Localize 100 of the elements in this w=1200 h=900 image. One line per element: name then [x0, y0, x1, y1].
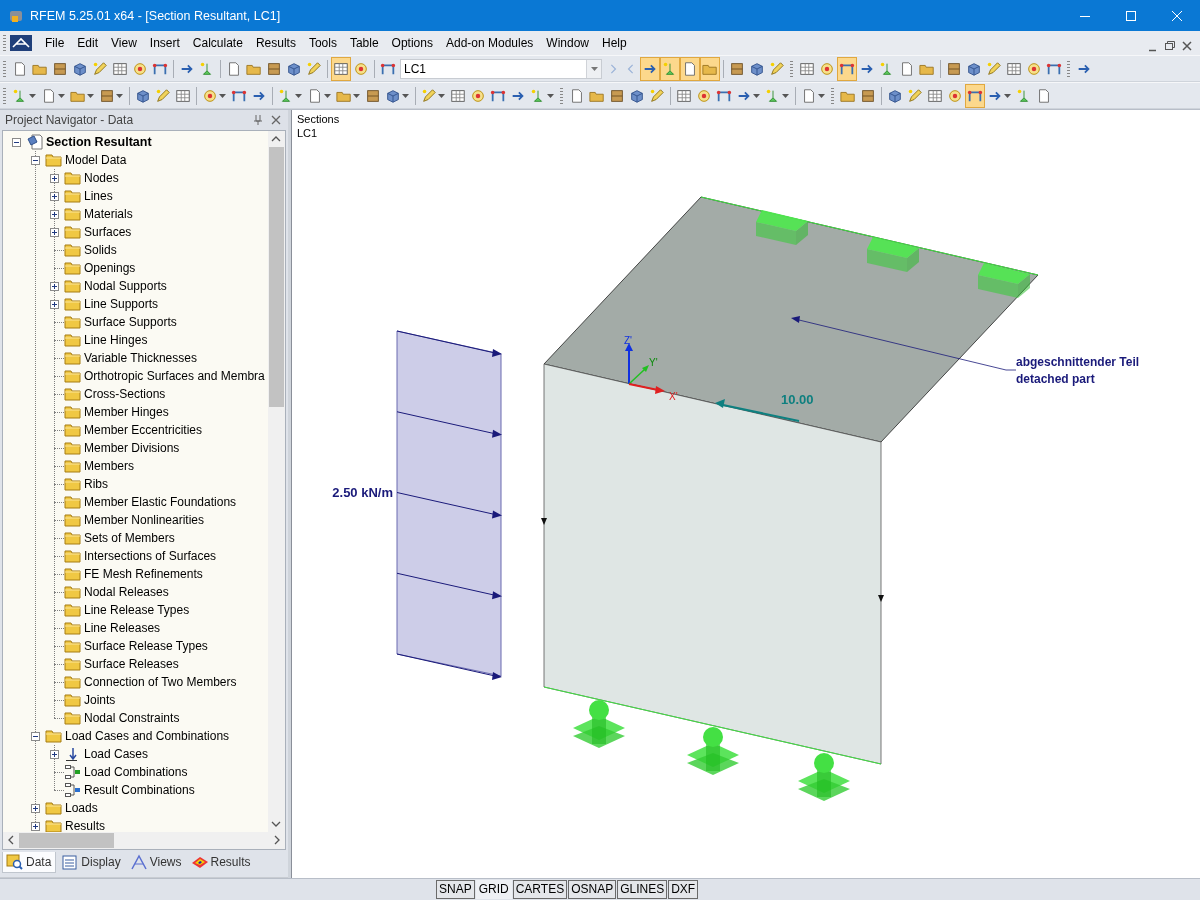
menu-item[interactable]: Results: [248, 36, 302, 50]
menu-item[interactable]: Edit: [70, 36, 105, 50]
tree-item[interactable]: Load Cases and Combinations: [64, 729, 231, 743]
tree-item[interactable]: Results: [64, 819, 106, 832]
expand-icon[interactable]: [50, 191, 59, 201]
tree-item[interactable]: Orthotropic Surfaces and Membra: [83, 369, 266, 383]
tree-item[interactable]: Result Combinations: [83, 783, 196, 797]
menu-item[interactable]: View: [104, 36, 143, 50]
document-icon[interactable]: [10, 35, 32, 51]
support-icon: [530, 87, 546, 104]
expand-icon[interactable]: [50, 173, 59, 183]
status-toggle[interactable]: SNAP: [436, 880, 475, 899]
tree-item[interactable]: Section Resultant: [45, 135, 153, 149]
tree-item[interactable]: Joints: [83, 693, 117, 707]
panel-tab[interactable]: Data: [2, 852, 57, 873]
toolbar-button[interactable]: [700, 56, 720, 81]
tree-item[interactable]: Materials: [83, 207, 134, 221]
toolbar-button[interactable]: [965, 83, 985, 108]
menu-item[interactable]: Add-on Modules: [438, 36, 540, 50]
pin-icon[interactable]: [252, 114, 264, 126]
tree-item[interactable]: Lines: [83, 189, 114, 203]
tree-item[interactable]: Line Releases: [83, 621, 162, 635]
close-icon[interactable]: [1180, 39, 1194, 53]
caret-icon: [87, 93, 94, 98]
tree-item[interactable]: Member Nonlinearities: [83, 513, 206, 527]
close-icon[interactable]: [270, 114, 282, 126]
status-toggle[interactable]: OSNAP: [568, 880, 617, 899]
cube-icon: [135, 87, 151, 104]
menu-item[interactable]: Tools: [301, 36, 343, 50]
tree-item[interactable]: Intersections of Surfaces: [83, 549, 218, 563]
status-toggle[interactable]: DXF: [668, 880, 699, 899]
tree-item[interactable]: Nodal Releases: [83, 585, 170, 599]
folder-icon: [45, 818, 63, 832]
tree-item[interactable]: Surface Supports: [83, 315, 178, 329]
expand-icon[interactable]: [50, 281, 59, 291]
tree-item[interactable]: FE Mesh Refinements: [83, 567, 204, 581]
collapse-icon[interactable]: [12, 137, 21, 147]
toolbar-button[interactable]: [331, 56, 351, 81]
menu-item[interactable]: Help: [595, 36, 633, 50]
tree-item[interactable]: Connection of Two Members: [83, 675, 238, 689]
tree-item[interactable]: Member Eccentricities: [83, 423, 204, 437]
scroll-thumb[interactable]: [19, 833, 114, 848]
tree-item[interactable]: Nodal Constraints: [83, 711, 181, 725]
tree-item[interactable]: Members: [83, 459, 135, 473]
expand-icon[interactable]: [50, 299, 59, 309]
panel-tab[interactable]: Display: [58, 852, 125, 872]
panel-title: Project Navigator - Data: [5, 113, 134, 127]
views-icon: [129, 853, 148, 871]
expand-icon[interactable]: [50, 749, 59, 759]
expand-icon[interactable]: [50, 227, 59, 237]
tree-item[interactable]: Openings: [83, 261, 137, 275]
tree-item[interactable]: Loads: [64, 801, 99, 815]
expand-icon[interactable]: [50, 209, 59, 219]
view-caption: Sections: [297, 112, 340, 126]
tree-item[interactable]: Surface Releases: [83, 657, 180, 671]
tree-item[interactable]: Nodal Supports: [83, 279, 168, 293]
tree-item[interactable]: Surfaces: [83, 225, 133, 239]
menu-item[interactable]: Table: [342, 36, 385, 50]
panel-tab[interactable]: Views: [126, 852, 186, 872]
tree-item[interactable]: Nodes: [83, 171, 120, 185]
toolbar-button[interactable]: [837, 56, 857, 81]
scrollbar[interactable]: [2, 832, 286, 850]
menu-item[interactable]: Window: [539, 36, 596, 50]
caret-icon[interactable]: [590, 66, 598, 71]
tree-item[interactable]: Ribs: [83, 477, 109, 491]
load-case-select[interactable]: LC1: [400, 58, 602, 79]
collapse-icon[interactable]: [31, 155, 40, 165]
support-icon: [199, 60, 215, 77]
collapse-icon[interactable]: [31, 731, 40, 741]
status-toggle[interactable]: GRID: [475, 880, 512, 899]
status-toggle[interactable]: GLINES: [617, 880, 668, 899]
menu-item[interactable]: Options: [384, 36, 439, 50]
tree-item[interactable]: Member Divisions: [83, 441, 181, 455]
tree-item[interactable]: Model Data: [64, 153, 128, 167]
toolbar-button[interactable]: [680, 56, 700, 81]
expand-icon[interactable]: [31, 803, 40, 813]
tree-item[interactable]: Sets of Members: [83, 531, 176, 545]
tree-item[interactable]: Load Combinations: [83, 765, 189, 779]
panel-tab[interactable]: Results: [187, 852, 255, 872]
tree-item[interactable]: Line Supports: [83, 297, 160, 311]
tree-item[interactable]: Variable Thicknesses: [83, 351, 198, 365]
toolbar-button[interactable]: [660, 56, 680, 81]
tree-item[interactable]: Line Release Types: [83, 603, 191, 617]
tree-item[interactable]: Solids: [83, 243, 118, 257]
toolbar-button[interactable]: [640, 56, 660, 81]
tree-item[interactable]: Line Hinges: [83, 333, 149, 347]
menu-item[interactable]: Insert: [142, 36, 186, 50]
expand-icon[interactable]: [31, 821, 40, 831]
menu-item[interactable]: Calculate: [185, 36, 249, 50]
status-toggle[interactable]: CARTES: [512, 880, 568, 899]
scroll-thumb[interactable]: [269, 147, 284, 407]
tree-item[interactable]: Cross-Sections: [83, 387, 167, 401]
scrollbar[interactable]: [268, 131, 285, 832]
tree-item[interactable]: Surface Release Types: [83, 639, 209, 653]
tree-item[interactable]: Member Hinges: [83, 405, 170, 419]
tree-item[interactable]: Load Cases: [83, 747, 150, 761]
menu-item[interactable]: File: [38, 36, 71, 50]
restore-icon[interactable]: [1163, 39, 1177, 53]
tree-item[interactable]: Member Elastic Foundations: [83, 495, 238, 509]
cabinet-icon: [946, 60, 962, 77]
